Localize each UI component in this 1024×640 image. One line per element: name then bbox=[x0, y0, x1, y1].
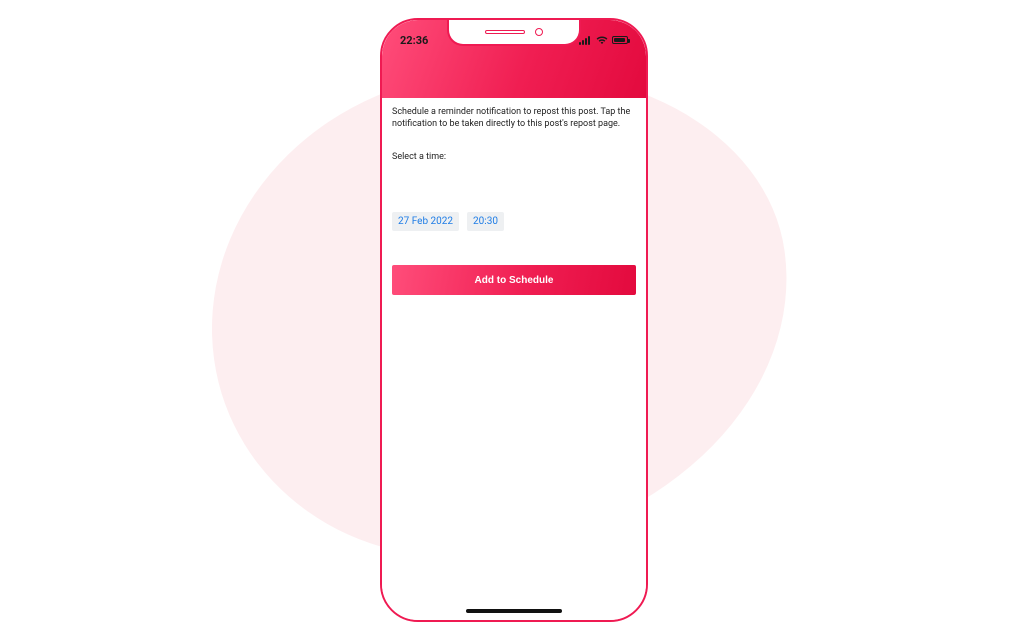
datetime-picker-row: 27 Feb 2022 20:30 bbox=[392, 212, 636, 231]
description-text: Schedule a reminder notification to repo… bbox=[392, 106, 636, 130]
home-indicator[interactable] bbox=[466, 609, 562, 613]
phone-frame: 22:36 Schedule Repost Schedule a reminde… bbox=[380, 18, 648, 622]
screen-body: Schedule a reminder notification to repo… bbox=[382, 98, 646, 620]
status-bar: 22:36 bbox=[382, 20, 646, 52]
status-right-cluster bbox=[579, 36, 628, 45]
status-time: 22:36 bbox=[400, 34, 428, 47]
date-picker-chip[interactable]: 27 Feb 2022 bbox=[392, 212, 459, 231]
add-to-schedule-button[interactable]: Add to Schedule bbox=[392, 265, 636, 295]
battery-icon bbox=[612, 36, 628, 44]
select-time-label: Select a time: bbox=[392, 152, 636, 162]
time-picker-chip[interactable]: 20:30 bbox=[467, 212, 504, 231]
wifi-icon bbox=[596, 36, 608, 45]
cellular-signal-icon bbox=[579, 36, 592, 45]
